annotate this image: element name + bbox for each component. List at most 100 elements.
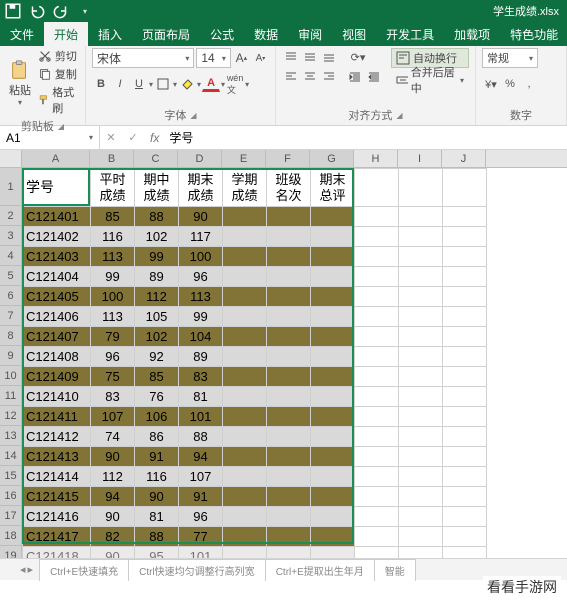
cell[interactable]: 107: [179, 467, 223, 487]
cancel-icon[interactable]: ✕: [100, 131, 122, 144]
col-header-F[interactable]: F: [266, 150, 310, 167]
cell[interactable]: [223, 347, 267, 367]
tab-data[interactable]: 数据: [244, 22, 288, 46]
paste-button[interactable]: 粘贴 ▾: [6, 48, 34, 116]
cell[interactable]: [399, 347, 443, 367]
cell[interactable]: [267, 327, 311, 347]
percent-button[interactable]: %: [501, 75, 519, 93]
col-header-E[interactable]: E: [222, 150, 266, 167]
cell[interactable]: [267, 407, 311, 427]
tab-special[interactable]: 特色功能: [500, 22, 567, 46]
bold-button[interactable]: B: [92, 75, 110, 93]
cell[interactable]: 85: [135, 367, 179, 387]
cell[interactable]: [399, 407, 443, 427]
cell[interactable]: [399, 487, 443, 507]
tab-file[interactable]: 文件: [0, 22, 44, 46]
cell[interactable]: 90: [91, 447, 135, 467]
cell[interactable]: 96: [91, 347, 135, 367]
cell[interactable]: C121417: [23, 527, 91, 547]
cell[interactable]: 90: [179, 207, 223, 227]
row-header-8[interactable]: 8: [0, 326, 22, 346]
cell[interactable]: 113: [91, 247, 135, 267]
cell[interactable]: [399, 207, 443, 227]
sheet-nav-first-icon[interactable]: ◂: [20, 563, 26, 576]
cell[interactable]: 88: [135, 527, 179, 547]
cell[interactable]: 106: [135, 407, 179, 427]
enter-icon[interactable]: ✓: [122, 131, 144, 144]
cell[interactable]: [223, 387, 267, 407]
cell[interactable]: [223, 527, 267, 547]
table-row[interactable]: C12140611310599: [23, 307, 487, 327]
row-header-17[interactable]: 17: [0, 506, 22, 526]
tab-review[interactable]: 审阅: [288, 22, 332, 46]
decrease-indent-icon[interactable]: [346, 68, 364, 86]
currency-button[interactable]: ¥▾: [482, 75, 500, 93]
fx-icon[interactable]: fx: [144, 131, 165, 145]
cell[interactable]: [355, 169, 399, 207]
row-header-3[interactable]: 3: [0, 226, 22, 246]
cell[interactable]: C121401: [23, 207, 91, 227]
cell[interactable]: 89: [135, 267, 179, 287]
cell[interactable]: 83: [91, 387, 135, 407]
underline-button[interactable]: U: [130, 75, 148, 93]
cell[interactable]: [443, 327, 487, 347]
cell[interactable]: [443, 467, 487, 487]
cell[interactable]: [355, 247, 399, 267]
header-cell[interactable]: 期中成绩: [135, 169, 179, 207]
underline-dropdown-icon[interactable]: ▾: [149, 80, 153, 89]
cell[interactable]: 92: [135, 347, 179, 367]
cell[interactable]: C121410: [23, 387, 91, 407]
row-header-6[interactable]: 6: [0, 286, 22, 306]
cell[interactable]: [223, 207, 267, 227]
table-row[interactable]: C121413909194: [23, 447, 487, 467]
cell[interactable]: 116: [91, 227, 135, 247]
cell[interactable]: C121414: [23, 467, 91, 487]
col-header-B[interactable]: B: [90, 150, 134, 167]
table-row[interactable]: C121417828877: [23, 527, 487, 547]
cell[interactable]: [443, 387, 487, 407]
cell[interactable]: [399, 367, 443, 387]
cell[interactable]: 90: [135, 487, 179, 507]
cell[interactable]: C121409: [23, 367, 91, 387]
cell[interactable]: [267, 347, 311, 367]
row-header-5[interactable]: 5: [0, 266, 22, 286]
cell[interactable]: [443, 367, 487, 387]
table-row[interactable]: C121408969289: [23, 347, 487, 367]
decrease-font-icon[interactable]: A▾: [252, 49, 269, 67]
orientation-button[interactable]: ⟳▾: [346, 48, 370, 66]
cell[interactable]: C121403: [23, 247, 91, 267]
cell[interactable]: 99: [91, 267, 135, 287]
cell[interactable]: C121416: [23, 507, 91, 527]
cell[interactable]: [443, 287, 487, 307]
cell[interactable]: C121413: [23, 447, 91, 467]
cell[interactable]: 102: [135, 327, 179, 347]
row-header-2[interactable]: 2: [0, 206, 22, 226]
cell[interactable]: 91: [135, 447, 179, 467]
cell[interactable]: [355, 287, 399, 307]
save-icon[interactable]: [4, 2, 22, 20]
table-row[interactable]: C121412748688: [23, 427, 487, 447]
cell[interactable]: 99: [179, 307, 223, 327]
tab-home[interactable]: 开始: [44, 22, 88, 46]
cell[interactable]: [267, 287, 311, 307]
cell[interactable]: [443, 169, 487, 207]
col-header-H[interactable]: H: [354, 150, 398, 167]
cell[interactable]: [443, 407, 487, 427]
cell[interactable]: [311, 407, 355, 427]
cell[interactable]: [355, 267, 399, 287]
merge-center-button[interactable]: 合并后居中▾: [391, 70, 469, 90]
sheet-nav-last-icon[interactable]: ▸: [28, 563, 34, 576]
fontcolor-dropdown-icon[interactable]: ▾: [221, 80, 225, 89]
cell[interactable]: [399, 267, 443, 287]
cell[interactable]: C121408: [23, 347, 91, 367]
cell[interactable]: 96: [179, 267, 223, 287]
tab-addin[interactable]: 加载项: [444, 22, 500, 46]
cell[interactable]: [223, 247, 267, 267]
cell[interactable]: C121415: [23, 487, 91, 507]
cell[interactable]: 88: [135, 207, 179, 227]
row-header-15[interactable]: 15: [0, 466, 22, 486]
cell[interactable]: [399, 387, 443, 407]
cell[interactable]: [311, 447, 355, 467]
cell[interactable]: [267, 227, 311, 247]
align-left-icon[interactable]: [282, 67, 300, 85]
